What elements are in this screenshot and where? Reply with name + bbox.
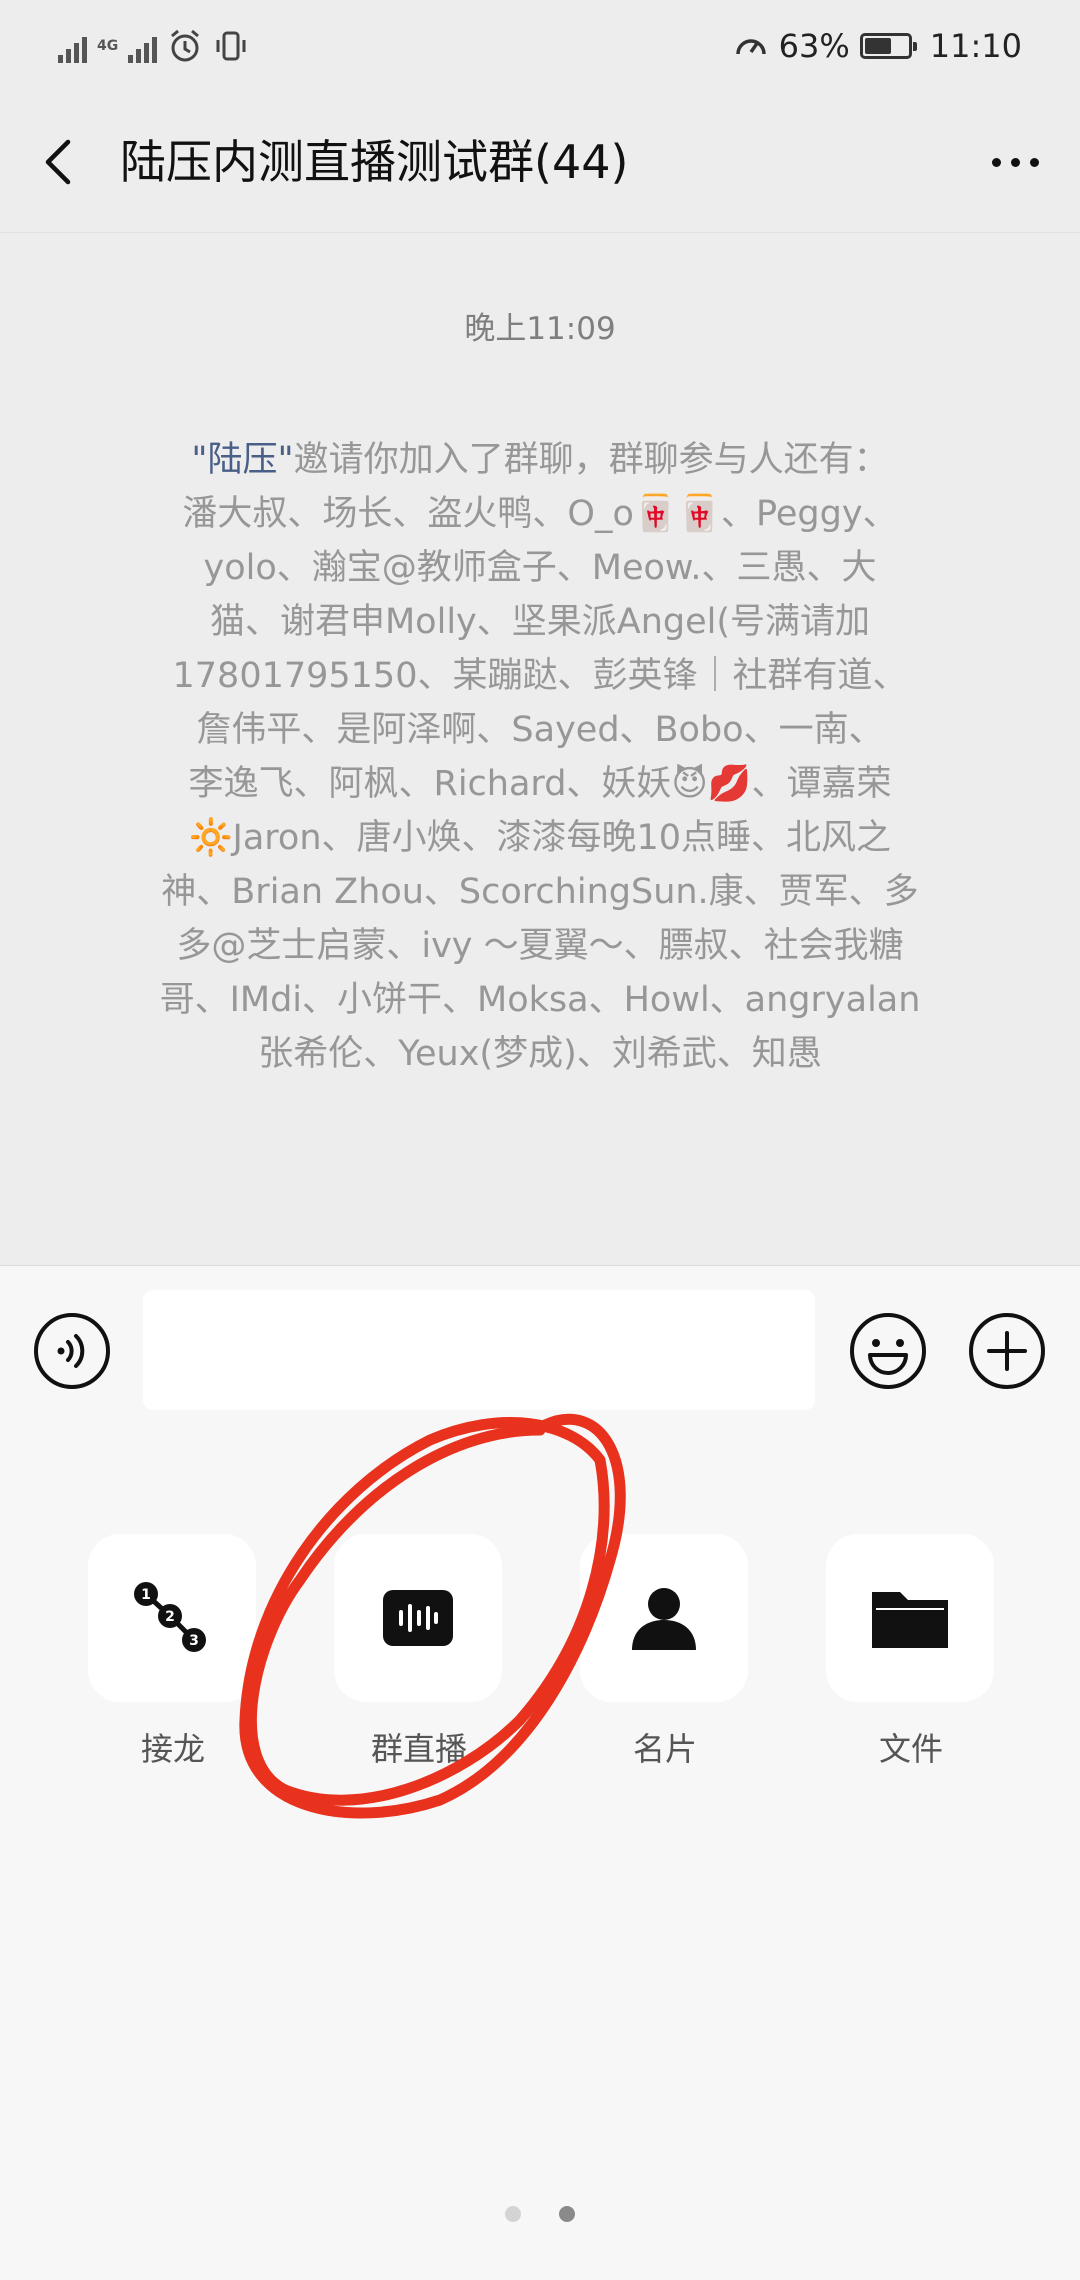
panel-item-contact-card[interactable]: 名片 — [580, 1534, 750, 1770]
status-bar: 4G 63% 11:10 — [0, 0, 1080, 92]
message-input[interactable] — [143, 1290, 815, 1410]
inviter-link[interactable]: 陆压 — [207, 440, 277, 480]
battery-icon — [859, 33, 917, 59]
svg-text:2: 2 — [165, 1609, 175, 1625]
more-panel: 1 2 3 接龙 群直播 名片 文件 — [0, 1436, 1080, 2280]
panel-item-label: 名片 — [632, 1730, 697, 1768]
panel-item-label: 文件 — [878, 1730, 943, 1768]
more-options-icon[interactable] — [980, 132, 1050, 192]
svg-text:1: 1 — [141, 1587, 151, 1603]
page-dot — [505, 2206, 521, 2222]
input-bar — [0, 1265, 1080, 1437]
network-type: 4G — [97, 38, 119, 54]
solitaire-icon: 1 2 3 — [134, 1582, 206, 1652]
voice-input-icon[interactable] — [32, 1311, 112, 1391]
clock: 11:10 — [929, 27, 1022, 65]
group-live-icon — [383, 1590, 453, 1646]
inviter-quote-open: " — [191, 440, 208, 480]
back-arrow-icon[interactable] — [30, 132, 90, 192]
message-timestamp: 晚上11:09 — [464, 311, 616, 347]
panel-item-file[interactable]: 文件 — [826, 1534, 996, 1770]
battery-percent: 63% — [778, 27, 850, 65]
inviter-quote-close: " — [277, 440, 294, 480]
page-dot-active — [559, 2206, 575, 2222]
chat-title: 陆压内测直播测试群(44) — [120, 135, 629, 189]
contact-card-icon — [632, 1588, 696, 1650]
nav-bar: 陆压内测直播测试群(44) — [0, 92, 1080, 233]
signal-icon-2 — [128, 29, 158, 63]
vibrate-icon — [216, 31, 246, 61]
svg-text:3: 3 — [189, 1633, 199, 1649]
panel-item-label: 接龙 — [140, 1730, 205, 1768]
panel-item-label: 群直播 — [370, 1730, 467, 1768]
signal-icon — [58, 29, 87, 63]
page-indicator — [0, 2206, 1080, 2222]
panel-item-solitaire[interactable]: 1 2 3 接龙 — [88, 1534, 258, 1770]
chat-area: 晚上11:09 "陆压"邀请你加入了群聊，群聊参与人还有： 潘大叔、场长、盗火鸭… — [0, 233, 1080, 1265]
plus-icon[interactable] — [967, 1311, 1047, 1391]
alarm-icon — [171, 29, 200, 62]
system-message-text: 邀请你加入了群聊，群聊参与人还有： 潘大叔、场长、盗火鸭、O_o🀄🀄、Peggy… — [159, 440, 921, 1074]
panel-item-group-live[interactable]: 群直播 — [334, 1534, 504, 1770]
file-folder-icon — [872, 1592, 948, 1648]
emoji-icon[interactable] — [848, 1311, 928, 1391]
system-message: "陆压"邀请你加入了群聊，群聊参与人还有： 潘大叔、场长、盗火鸭、O_o🀄🀄、P… — [105, 433, 975, 1081]
speed-gauge-icon — [735, 39, 766, 55]
